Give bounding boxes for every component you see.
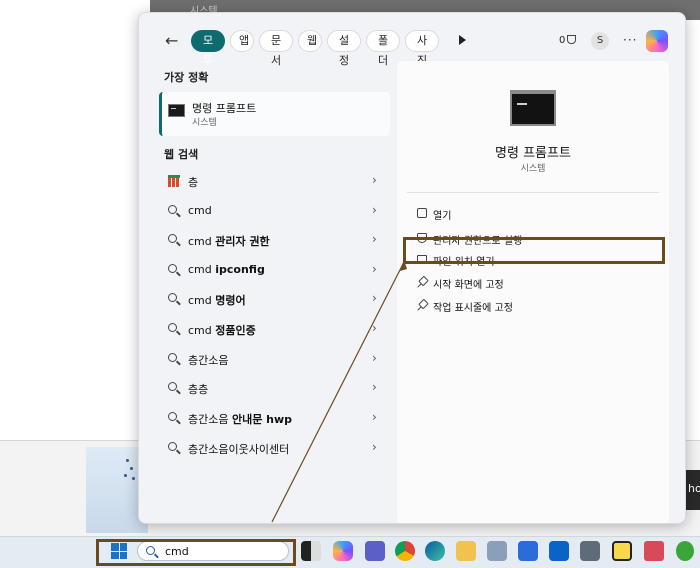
web-search-heading: 웹 검색 xyxy=(164,148,199,161)
copilot-icon[interactable] xyxy=(333,541,353,561)
avatar[interactable]: S xyxy=(591,32,609,50)
search-icon xyxy=(168,234,177,243)
outlook-icon[interactable] xyxy=(549,541,569,561)
search-icon xyxy=(168,323,177,332)
best-match-item[interactable]: 명령 프롬프트 시스템 xyxy=(159,92,390,136)
search-icon xyxy=(168,382,177,391)
filter-photos[interactable]: 사진 xyxy=(405,30,439,67)
rewards-points[interactable]: 0 xyxy=(559,35,577,46)
calculator-icon[interactable] xyxy=(580,541,600,561)
chevron-right-icon: › xyxy=(372,291,377,305)
chevron-right-icon: › xyxy=(372,203,377,217)
search-icon xyxy=(168,293,177,302)
snipping-tool-icon[interactable] xyxy=(644,541,664,561)
more-options-icon[interactable]: ··· xyxy=(623,33,637,47)
search-icon xyxy=(168,353,177,362)
best-match-type: 시스템 xyxy=(192,118,217,128)
command-prompt-large-icon xyxy=(510,90,556,126)
search-icon xyxy=(168,412,177,421)
web-result-item[interactable]: cmd 정품인증 › xyxy=(159,316,390,344)
filter-folders[interactable]: 폴더 xyxy=(366,30,400,67)
details-divider xyxy=(407,192,659,193)
web-result-item[interactable]: cmd ipconfig › xyxy=(159,257,390,285)
details-pane: 명령 프롬프트 시스템 열기 관리자 권한으로 실행 파일 위치 열기 시작 화… xyxy=(397,61,669,523)
web-result-item[interactable]: 층 › xyxy=(159,168,390,196)
pin-icon xyxy=(417,300,427,310)
chevron-right-icon: › xyxy=(372,321,377,335)
chevron-right-icon: › xyxy=(372,232,377,246)
filter-apps[interactable]: 앱 xyxy=(230,30,254,52)
task-view-icon[interactable] xyxy=(301,541,321,561)
trophy-icon xyxy=(567,35,577,44)
web-result-item[interactable]: cmd › xyxy=(159,198,390,226)
teams-icon[interactable] xyxy=(365,541,385,561)
torrent-icon[interactable] xyxy=(676,541,694,561)
chevron-right-icon: › xyxy=(372,262,377,276)
annotation-highlight-box xyxy=(403,237,665,264)
start-search-panel: ← 모두 앱 문서 웹 설정 폴더 사진 0 S ··· 가장 정확 명령 프롬… xyxy=(138,12,686,524)
web-result-item[interactable]: 층간소음이웃사이센터 › xyxy=(159,435,390,463)
web-result-item[interactable]: cmd 관리자 권한 › xyxy=(159,227,390,255)
best-match-name: 명령 프롬프트 xyxy=(192,102,257,115)
more-filters-play-icon[interactable] xyxy=(459,35,466,45)
chevron-right-icon: › xyxy=(372,351,377,365)
background-side-text: ho xyxy=(686,470,700,510)
filter-web[interactable]: 웹 xyxy=(298,30,322,52)
web-result-item[interactable]: cmd 명령어 › xyxy=(159,286,390,314)
command-prompt-icon xyxy=(168,104,185,117)
web-result-item[interactable]: 층간소음 안내문 hwp › xyxy=(159,405,390,433)
search-icon xyxy=(168,205,177,214)
web-result-item[interactable]: 층층 › xyxy=(159,375,390,403)
filter-settings[interactable]: 설정 xyxy=(327,30,361,67)
edge-icon[interactable] xyxy=(425,541,445,561)
search-icon xyxy=(168,264,177,273)
chrome-icon[interactable] xyxy=(395,541,415,561)
copilot-icon[interactable] xyxy=(646,30,668,52)
details-app-name: 명령 프롬프트 xyxy=(495,146,571,161)
file-explorer-icon[interactable] xyxy=(456,541,476,561)
details-app-type: 시스템 xyxy=(520,164,546,174)
result-thumbnail-icon xyxy=(168,175,180,187)
pin-icon xyxy=(417,277,427,287)
back-arrow-icon[interactable]: ← xyxy=(165,31,178,50)
chevron-right-icon: › xyxy=(372,440,377,454)
store-icon[interactable] xyxy=(518,541,538,561)
open-icon xyxy=(417,208,427,218)
filter-all[interactable]: 모두 xyxy=(191,30,225,67)
best-match-heading: 가장 정확 xyxy=(164,71,209,84)
chevron-right-icon: › xyxy=(372,410,377,424)
chevron-right-icon: › xyxy=(372,173,377,187)
results-column: 가장 정확 명령 프롬프트 시스템 웹 검색 층 › cmd › cmd 관리자… xyxy=(139,61,397,523)
filter-bar: ← 모두 앱 문서 웹 설정 폴더 사진 0 S ··· xyxy=(139,13,685,67)
filter-documents[interactable]: 문서 xyxy=(259,30,293,67)
web-result-item[interactable]: 층간소음 › xyxy=(159,346,390,374)
sticky-notes-icon[interactable] xyxy=(612,541,632,561)
chevron-right-icon: › xyxy=(372,380,377,394)
search-icon xyxy=(168,442,177,451)
annotation-search-highlight xyxy=(96,539,296,566)
network-icon[interactable] xyxy=(487,541,507,561)
